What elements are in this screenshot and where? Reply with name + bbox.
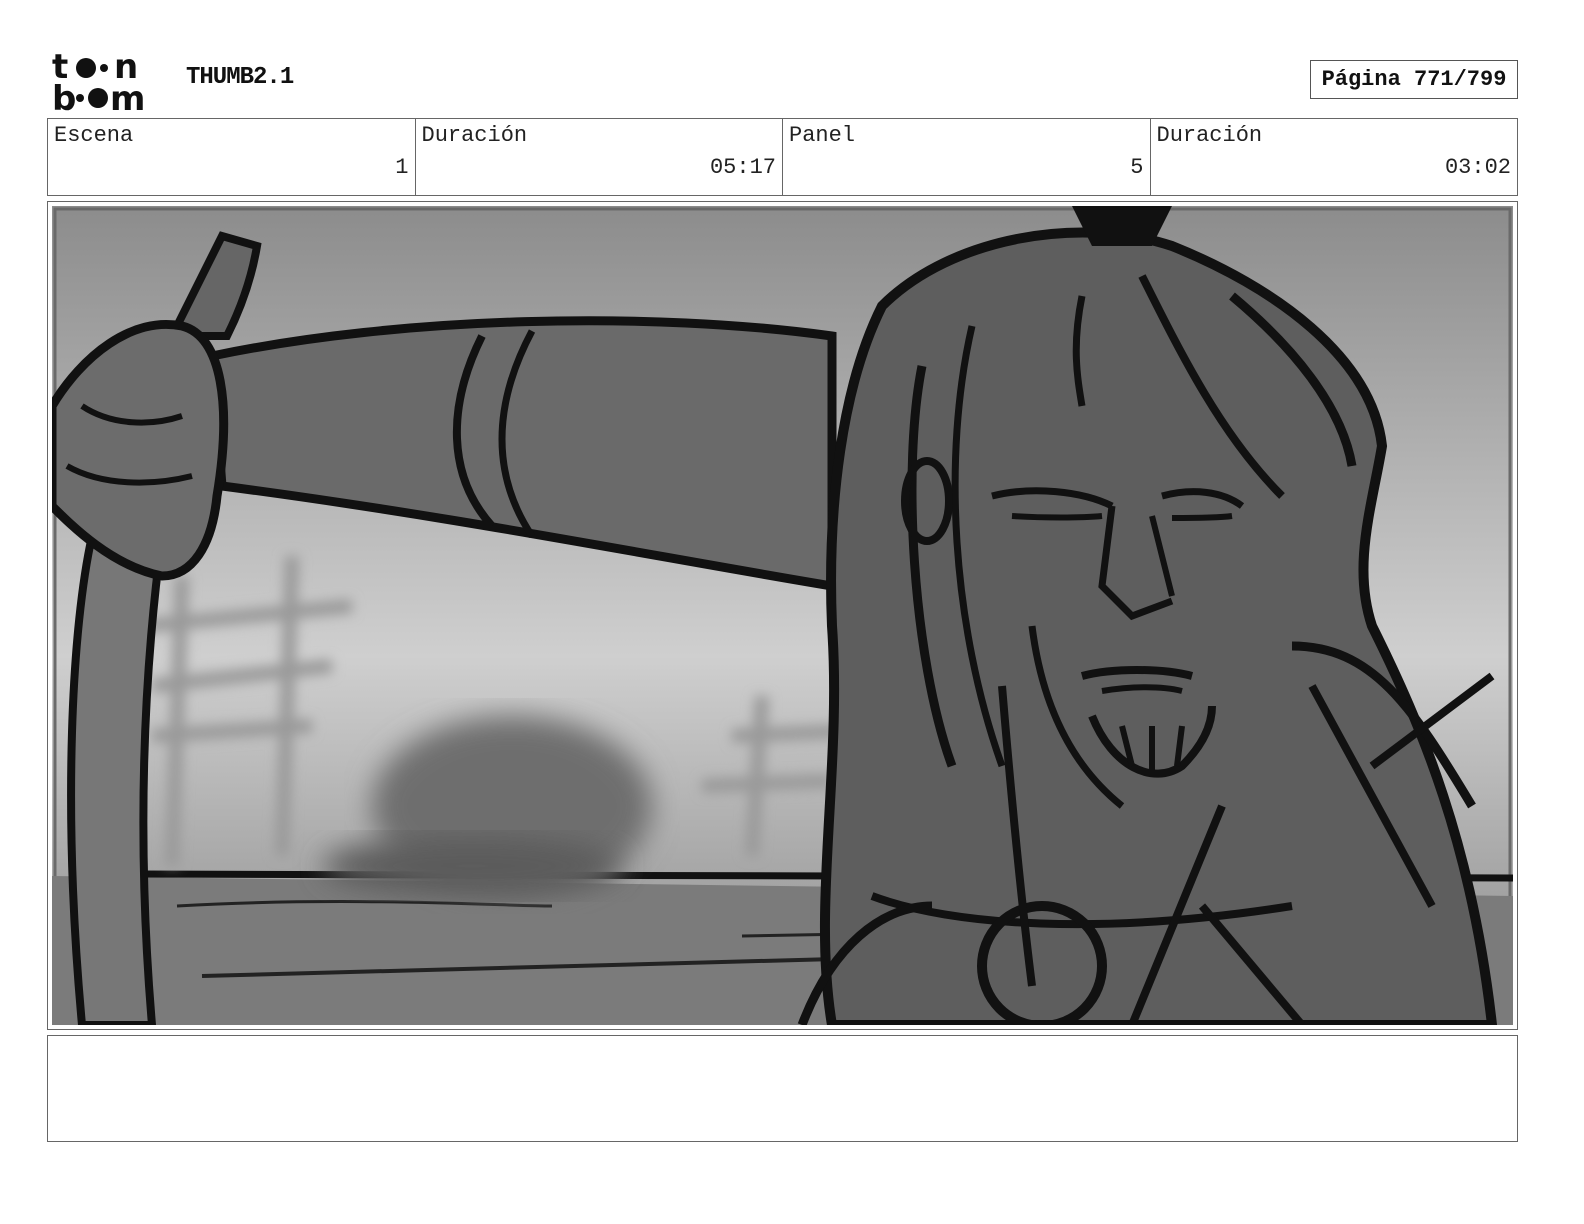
panel-cell: Panel 5 [783,119,1151,195]
scene-duration-label: Duración [421,123,528,148]
panel-notes-box [47,1035,1518,1142]
storyboard-panel [47,201,1518,1030]
scene-label: Escena [54,123,134,148]
toonboom-logo-icon: t n b m [52,47,145,119]
panel-duration-cell: Duración 03:02 [1151,119,1518,195]
page-number: Página 771/799 [1310,60,1518,99]
toonboom-logo: t n b m [52,47,164,119]
scene-info-table: Escena 1 Duración 05:17 Panel 5 Duración… [47,118,1518,196]
scene-cell: Escena 1 [48,119,416,195]
panel-label: Panel [789,123,856,148]
scene-duration-value: 05:17 [709,155,776,180]
scene-value: 1 [395,155,409,180]
panel-duration-value: 03:02 [1444,155,1511,180]
svg-text:b: b [52,79,76,112]
scene-duration-cell: Duración 05:17 [416,119,783,195]
panel-duration-label: Duración [1156,123,1263,148]
svg-text:m: m [110,79,145,112]
panel-value: 5 [1130,155,1144,180]
storyboard-sketch-image [52,206,1513,1025]
project-title: THUMB2.1 [186,64,294,91]
